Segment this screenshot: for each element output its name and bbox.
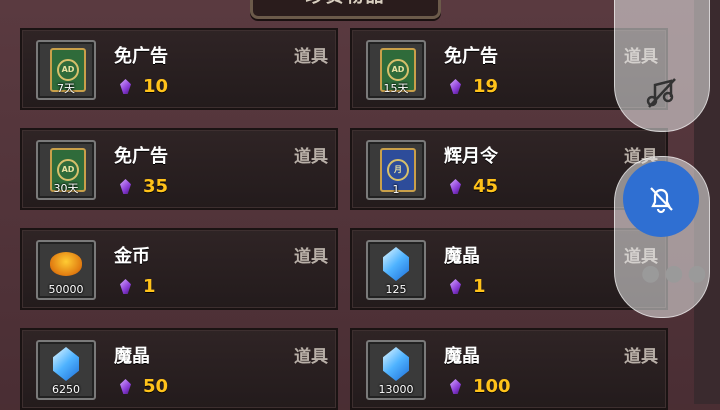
item-quantity: 30天 [53, 182, 79, 195]
item-icon-box: 125 [366, 240, 426, 300]
gold-coin-icon [50, 252, 82, 276]
purple-gem-icon [120, 279, 131, 294]
bell-off-icon [650, 187, 673, 214]
item-price: 50 [120, 376, 168, 397]
purple-gem-icon [450, 179, 461, 194]
item-icon-box: AD 7天 [36, 40, 96, 100]
item-type-tag: 道具 [624, 347, 658, 367]
item-quantity: 50000 [48, 283, 84, 296]
magic-crystal-icon [53, 347, 79, 381]
magic-crystal-icon [383, 247, 409, 281]
item-price: 35 [120, 176, 168, 197]
item-icon-box: 13000 [366, 340, 426, 400]
shop-title: 珍贵物品 [253, 0, 438, 8]
item-quantity: 15天 [383, 82, 409, 95]
item-icon-box: 月 1 [366, 140, 426, 200]
shop-item-card[interactable]: 13000 魔晶 道具 100 [350, 328, 668, 410]
item-icon-box: AD 30天 [36, 140, 96, 200]
item-name: 免广告 [114, 146, 168, 167]
music-toggle-button[interactable] [623, 55, 699, 131]
item-price: 100 [450, 376, 511, 397]
price-value: 45 [473, 176, 499, 197]
shop-item-card[interactable]: AD 30天 免广告 道具 35 [20, 128, 338, 210]
price-value: 100 [473, 376, 511, 397]
item-name: 免广告 [114, 46, 168, 67]
floating-control-top [614, 0, 710, 132]
item-price: 1 [120, 276, 156, 297]
shop-title-bar: 珍贵物品 [250, 0, 441, 19]
shop-item-card[interactable]: AD 7天 免广告 道具 10 [20, 28, 338, 110]
item-icon-box: 6250 [36, 340, 96, 400]
item-quantity: 125 [385, 283, 407, 296]
floating-control-mid: ●●● [614, 156, 710, 318]
magic-crystal-icon [383, 347, 409, 381]
item-name: 魔晶 [444, 346, 480, 367]
item-name: 辉月令 [444, 146, 498, 167]
item-quantity: 13000 [378, 383, 414, 396]
purple-gem-icon [450, 279, 461, 294]
item-price: 45 [450, 176, 498, 197]
music-off-icon [646, 78, 676, 108]
item-icon-box: AD 15天 [366, 40, 426, 100]
shop-item-card[interactable]: 50000 金币 道具 1 [20, 228, 338, 310]
item-price: 19 [450, 76, 498, 97]
purple-gem-icon [120, 79, 131, 94]
item-name: 魔晶 [114, 346, 150, 367]
purple-gem-icon [120, 179, 131, 194]
shop-item-card[interactable]: 6250 魔晶 道具 50 [20, 328, 338, 410]
item-quantity: 1 [392, 183, 400, 196]
price-value: 10 [143, 76, 169, 97]
item-quantity: 7天 [57, 82, 75, 95]
price-value: 35 [143, 176, 169, 197]
price-value: 50 [143, 376, 169, 397]
price-value: 19 [473, 76, 499, 97]
item-icon-box: 50000 [36, 240, 96, 300]
more-options-icon[interactable]: ●●● [641, 261, 711, 286]
price-value: 1 [473, 276, 486, 297]
item-price: 10 [120, 76, 168, 97]
item-name: 金币 [114, 246, 150, 267]
purple-gem-icon [450, 79, 461, 94]
item-price: 1 [450, 276, 486, 297]
item-type-tag: 道具 [294, 147, 328, 167]
item-quantity: 6250 [52, 383, 80, 396]
purple-gem-icon [120, 379, 131, 394]
notification-mute-button[interactable] [623, 161, 699, 237]
item-type-tag: 道具 [294, 47, 328, 67]
item-name: 魔晶 [444, 246, 480, 267]
purple-gem-icon [450, 379, 461, 394]
price-value: 1 [143, 276, 156, 297]
item-type-tag: 道具 [294, 347, 328, 367]
item-name: 免广告 [444, 46, 498, 67]
item-type-tag: 道具 [294, 247, 328, 267]
